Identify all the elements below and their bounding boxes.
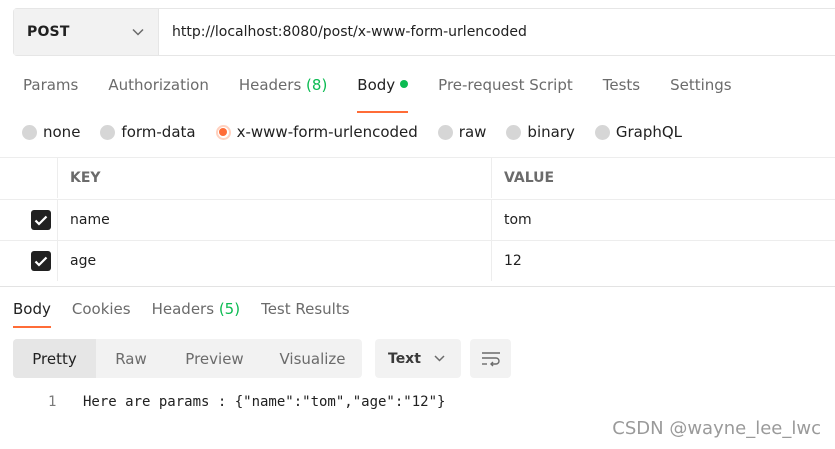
check-icon	[34, 215, 48, 226]
param-value-cell[interactable]: tom	[491, 200, 835, 240]
chevron-down-icon	[132, 28, 144, 36]
row-checkbox[interactable]	[31, 251, 51, 271]
view-mode-raw[interactable]: Raw	[96, 339, 166, 378]
radio-none[interactable]: none	[22, 123, 80, 141]
response-headers-count: (5)	[218, 300, 241, 318]
tab-cookies[interactable]: Cookies	[72, 300, 131, 322]
method-label: POST	[27, 24, 70, 40]
column-header-key: KEY	[70, 170, 101, 186]
headers-count: (8)	[306, 76, 328, 94]
view-mode-pretty[interactable]: Pretty	[13, 339, 96, 378]
wrap-lines-button[interactable]	[470, 339, 511, 378]
tab-response-body[interactable]: Body	[13, 300, 51, 328]
body-active-dot-icon	[400, 80, 409, 88]
param-value-cell[interactable]: 12	[491, 241, 835, 281]
check-icon	[34, 256, 48, 267]
radio-raw[interactable]: raw	[437, 123, 486, 141]
tab-headers[interactable]: Headers (8)	[239, 76, 327, 100]
response-tabs: Body Cookies Headers (5) Test Results	[13, 300, 371, 328]
row-checkbox[interactable]	[31, 210, 51, 230]
tab-settings[interactable]: Settings	[670, 76, 732, 100]
params-table: KEY VALUE name tom age 12	[0, 157, 835, 284]
tab-test-results[interactable]: Test Results	[261, 300, 349, 322]
radio-x-www-form-urlencoded[interactable]: x-www-form-urlencoded	[215, 123, 418, 141]
request-bar: POST http://localhost:8080/post/x-www-fo…	[13, 8, 835, 56]
radio-binary[interactable]: binary	[506, 123, 575, 141]
column-header-value: VALUE	[491, 158, 835, 198]
param-key-cell[interactable]: age	[70, 241, 490, 281]
radio-circle-icon	[437, 124, 453, 140]
radio-form-data[interactable]: form-data	[100, 123, 196, 141]
line-number: 1	[48, 394, 57, 410]
watermark: CSDN @wayne_lee_lwc	[612, 418, 821, 439]
view-mode-visualize[interactable]: Visualize	[263, 339, 362, 378]
table-header-row: KEY VALUE	[0, 157, 835, 198]
table-row: name tom	[0, 199, 835, 240]
view-mode-preview[interactable]: Preview	[166, 339, 263, 378]
table-row: age 12	[0, 240, 835, 281]
radio-circle-icon	[594, 124, 610, 140]
url-input[interactable]: http://localhost:8080/post/x-www-form-ur…	[159, 9, 835, 55]
radio-checked-icon	[215, 124, 231, 140]
format-select[interactable]: Text	[375, 339, 461, 378]
tab-body[interactable]: Body	[357, 76, 409, 113]
panel-divider[interactable]	[0, 286, 835, 287]
radio-circle-icon	[506, 124, 522, 140]
param-key-cell[interactable]: name	[70, 200, 490, 240]
request-tabs: Params Authorization Headers (8) Body Pr…	[23, 76, 762, 113]
chevron-down-icon	[434, 355, 445, 362]
tab-tests[interactable]: Tests	[603, 76, 640, 100]
response-body-line: Here are params : {"name":"tom","age":"1…	[83, 394, 446, 410]
tab-authorization[interactable]: Authorization	[108, 76, 208, 100]
body-type-radios: none form-data x-www-form-urlencoded raw…	[22, 122, 702, 142]
radio-circle-icon	[100, 124, 116, 140]
tab-params[interactable]: Params	[23, 76, 78, 100]
radio-graphql[interactable]: GraphQL	[594, 123, 682, 141]
view-mode-selector: Pretty Raw Preview Visualize	[13, 339, 362, 378]
format-label: Text	[388, 350, 421, 367]
url-text: http://localhost:8080/post/x-www-form-ur…	[172, 24, 527, 40]
radio-circle-icon	[22, 124, 37, 140]
wrap-lines-icon	[481, 351, 500, 366]
method-select[interactable]: POST	[14, 9, 159, 55]
tab-pre-request-script[interactable]: Pre-request Script	[438, 76, 573, 100]
tab-response-headers[interactable]: Headers (5)	[152, 300, 240, 322]
